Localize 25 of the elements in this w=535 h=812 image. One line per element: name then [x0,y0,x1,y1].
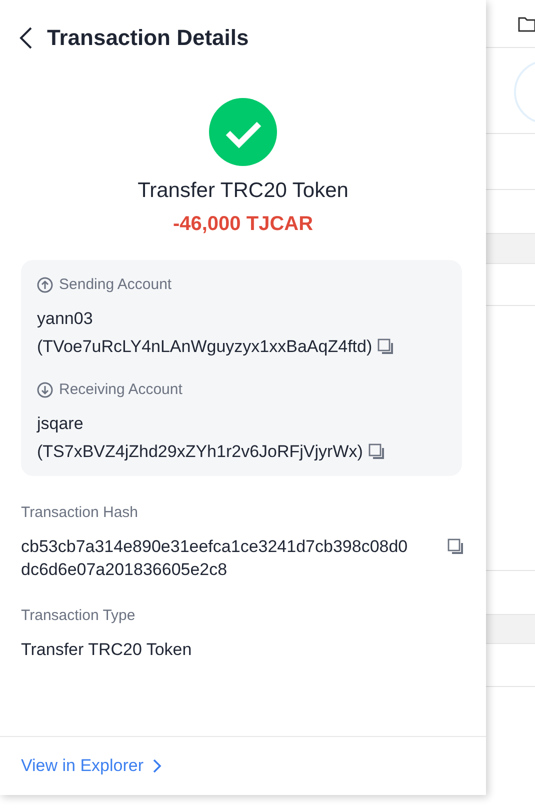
explorer-link[interactable]: View in Explorer [21,756,162,776]
amount-text: -46,000 TJCAR [172,213,314,236]
account-name: jsqare [37,414,84,434]
account-direction-icon [37,276,53,292]
field-label: Transaction Type [21,607,136,624]
copy-icon[interactable] [368,443,386,461]
copy-icon[interactable] [447,538,465,556]
field-label: Transaction Hash [21,504,139,521]
account-direction-icon [37,382,53,398]
folder-icon[interactable] [518,16,535,32]
account-label: Receiving Account [59,381,182,398]
field-value: Transfer TRC20 Token [21,639,192,661]
copy-icon[interactable] [377,338,396,356]
table-row-background [486,234,535,264]
account-address: (TS7xBVZ4jZhd29xZYh1r2v6JoRFjVjyrWx) [37,442,363,462]
field-value: cb53cb7a314e890e31eefca1ce3241d7cb398c08d0dc6d6e07a201836605e2c8 [21,536,409,581]
success-check-icon [209,98,277,166]
back-icon[interactable] [19,26,33,50]
account-name: yann03 [37,309,94,329]
transaction-title: Transfer TRC20 Token [138,179,348,203]
chevron-icon [152,758,162,774]
account-address: (TVoe7uRcLY4nLAnWguyzyx1xxBaAqZ4ftd) [37,337,372,357]
table-row-background [486,615,535,644]
page-title: Transaction Details [47,25,249,51]
account-label: Sending Account [59,276,172,293]
